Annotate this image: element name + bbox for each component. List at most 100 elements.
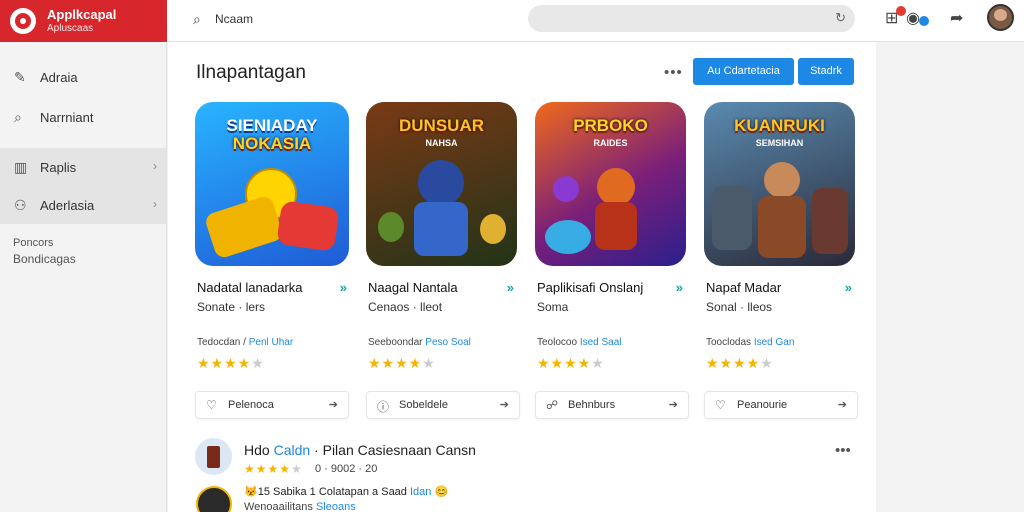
- comment-text: 😾15 Sabika 1 Colatapan a Saad: [244, 486, 410, 498]
- search-icon[interactable]: ⌕: [193, 11, 201, 28]
- release-prefix: Tedocdan /: [197, 337, 249, 348]
- release-link[interactable]: Penl Uhar: [249, 337, 293, 348]
- app-name[interactable]: Napaf Madar: [706, 280, 781, 295]
- sidebar-item-2[interactable]: ▥ Raplis ›: [0, 148, 167, 186]
- release-link[interactable]: Ised Gan: [754, 337, 795, 348]
- link-icon: ☍: [546, 398, 559, 412]
- brand-header[interactable]: Applkcapal Apluscaas: [0, 0, 167, 42]
- energy-ring: [545, 220, 591, 254]
- sidebar-caption[interactable]: Bondicagas: [13, 252, 76, 266]
- card-action-button[interactable]: ♡ Peanourie ➔: [704, 391, 858, 419]
- heart-icon: ♡: [715, 398, 726, 412]
- release-info: Tedocdan / Penl Uhar: [197, 337, 293, 348]
- comment-text: 😊: [431, 486, 449, 498]
- info-icon: ⓘ: [377, 400, 390, 414]
- feed-meta: 0 · 9002 · 20: [315, 463, 378, 475]
- card-action-button[interactable]: ♡ Pelenoca ➔: [195, 391, 349, 419]
- app-artwork[interactable]: PRBOKO RAIDES: [535, 102, 686, 266]
- notification-icon[interactable]: ◉: [906, 8, 920, 28]
- release-prefix: Seeboondar: [368, 337, 426, 348]
- star-rating: ★★★★★: [706, 355, 774, 372]
- sidebar-item-label: Raplis: [40, 160, 77, 175]
- feed-title-part: Hdo: [244, 442, 274, 458]
- chevron-right-icon[interactable]: »: [845, 280, 852, 295]
- primary-action-button[interactable]: Au Cdartetacia: [693, 58, 794, 85]
- comment-link[interactable]: Sleoans: [316, 501, 356, 512]
- release-link[interactable]: Ised Saal: [580, 337, 622, 348]
- avatar[interactable]: [196, 486, 232, 512]
- avatar[interactable]: [987, 4, 1014, 31]
- release-prefix: Tooclodas: [706, 337, 754, 348]
- app-category: Cenaos · lleot: [368, 300, 443, 314]
- art-title: SIENIADAY: [226, 116, 318, 135]
- gamepad-figure: [276, 200, 340, 252]
- search-query[interactable]: Ncaam: [215, 12, 253, 26]
- book-icon: ▥: [14, 159, 28, 175]
- release-link[interactable]: Peso Soal: [425, 337, 471, 348]
- chevron-right-icon: ›: [153, 197, 157, 211]
- app-name[interactable]: Naagal Nantala: [368, 280, 458, 295]
- feed-title-highlight[interactable]: Caldn: [274, 442, 311, 458]
- character-figure: [414, 202, 468, 256]
- comment-link[interactable]: Idan: [410, 486, 431, 498]
- notification-badge: [896, 6, 906, 16]
- arrow-right-icon: ➔: [328, 399, 338, 411]
- arrow-right-icon: ➔: [668, 399, 678, 411]
- app-card[interactable]: PRBOKO RAIDES Paplikisafi Onslanj » Soma…: [535, 102, 691, 422]
- chevron-right-icon[interactable]: »: [676, 280, 683, 295]
- star-icon: ★★★★: [706, 355, 761, 371]
- brand-subtitle: Apluscaas: [47, 23, 94, 34]
- sidebar-caption: Poncors: [13, 237, 54, 249]
- release-prefix: Teolocoo: [537, 337, 580, 348]
- star-icon: ★: [422, 355, 436, 371]
- star-rating: ★★★★★: [197, 355, 265, 372]
- app-logo-icon: [10, 8, 36, 34]
- character-figure: [595, 202, 637, 250]
- warrior-figure: [812, 188, 848, 254]
- feed-title-part: · Pilan Casiesnaan Cansn: [310, 442, 476, 458]
- sidebar-item-0[interactable]: ✎ Adraia: [0, 58, 167, 96]
- search-field[interactable]: ↻: [528, 5, 855, 32]
- card-action-label: Behnburs: [568, 399, 616, 411]
- feed-comment: 😾15 Sabika 1 Colatapan a Saad Idan 😊: [244, 485, 448, 498]
- brand-name: Applkcapal: [47, 7, 117, 22]
- refresh-icon[interactable]: ↻: [835, 10, 846, 26]
- release-info: Teolocoo Ised Saal: [537, 337, 622, 348]
- share-icon[interactable]: ➦: [950, 8, 963, 28]
- star-rating: ★★★★★: [537, 355, 605, 372]
- feed-title[interactable]: Hdo Caldn · Pilan Casiesnaan Cansn: [244, 442, 476, 458]
- more-options-icon[interactable]: •••: [664, 64, 683, 81]
- sidebar-item-3[interactable]: ⚇ Aderlasia ›: [0, 186, 167, 224]
- feed-avatar[interactable]: [195, 438, 232, 475]
- app-card[interactable]: DUNSUAR NAHSA Naagal Nantala » Cenaos · …: [366, 102, 522, 422]
- card-action-button[interactable]: ⓘ Sobeldele ➔: [366, 391, 520, 419]
- app-category: Soma: [537, 300, 569, 314]
- art-subtitle: SEMSIHAN: [755, 138, 804, 148]
- app-artwork[interactable]: SIENIADAY NOKASIA: [195, 102, 349, 266]
- pen-icon: ✎: [14, 69, 26, 85]
- heart-icon: ♡: [206, 398, 217, 412]
- app-card[interactable]: SIENIADAY NOKASIA Nadatal lanadarka » So…: [195, 102, 351, 422]
- app-artwork[interactable]: KUANRUKI SEMSIHAN: [704, 102, 855, 266]
- art-title: KUANRUKI: [734, 116, 825, 135]
- info-badge: [919, 16, 929, 26]
- app-artwork[interactable]: DUNSUAR NAHSA: [366, 102, 517, 266]
- gamepad-figure: [203, 194, 285, 260]
- page-title: Ilnapantagan: [196, 62, 306, 83]
- app-name[interactable]: Nadatal lanadarka: [197, 280, 303, 295]
- more-options-icon[interactable]: •••: [835, 442, 851, 459]
- chevron-right-icon[interactable]: »: [507, 280, 514, 295]
- secondary-action-button[interactable]: Stadrk: [798, 58, 854, 85]
- chevron-right-icon: ›: [153, 159, 157, 173]
- app-name[interactable]: Paplikisafi Onslanj: [537, 280, 643, 295]
- app-card[interactable]: KUANRUKI SEMSIHAN Napaf Madar » Sonal · …: [704, 102, 860, 422]
- star-icon: ★: [591, 355, 605, 371]
- group-icon: ⚇: [14, 197, 27, 213]
- sidebar-item-1[interactable]: ⌕ Narrniant: [0, 98, 167, 136]
- star-rating: ★★★★★: [244, 462, 303, 476]
- card-action-label: Peanourie: [737, 399, 788, 411]
- card-action-button[interactable]: ☍ Behnburs ➔: [535, 391, 689, 419]
- character-figure: [758, 196, 806, 258]
- creature-figure: [553, 176, 579, 202]
- chevron-right-icon[interactable]: »: [340, 280, 347, 295]
